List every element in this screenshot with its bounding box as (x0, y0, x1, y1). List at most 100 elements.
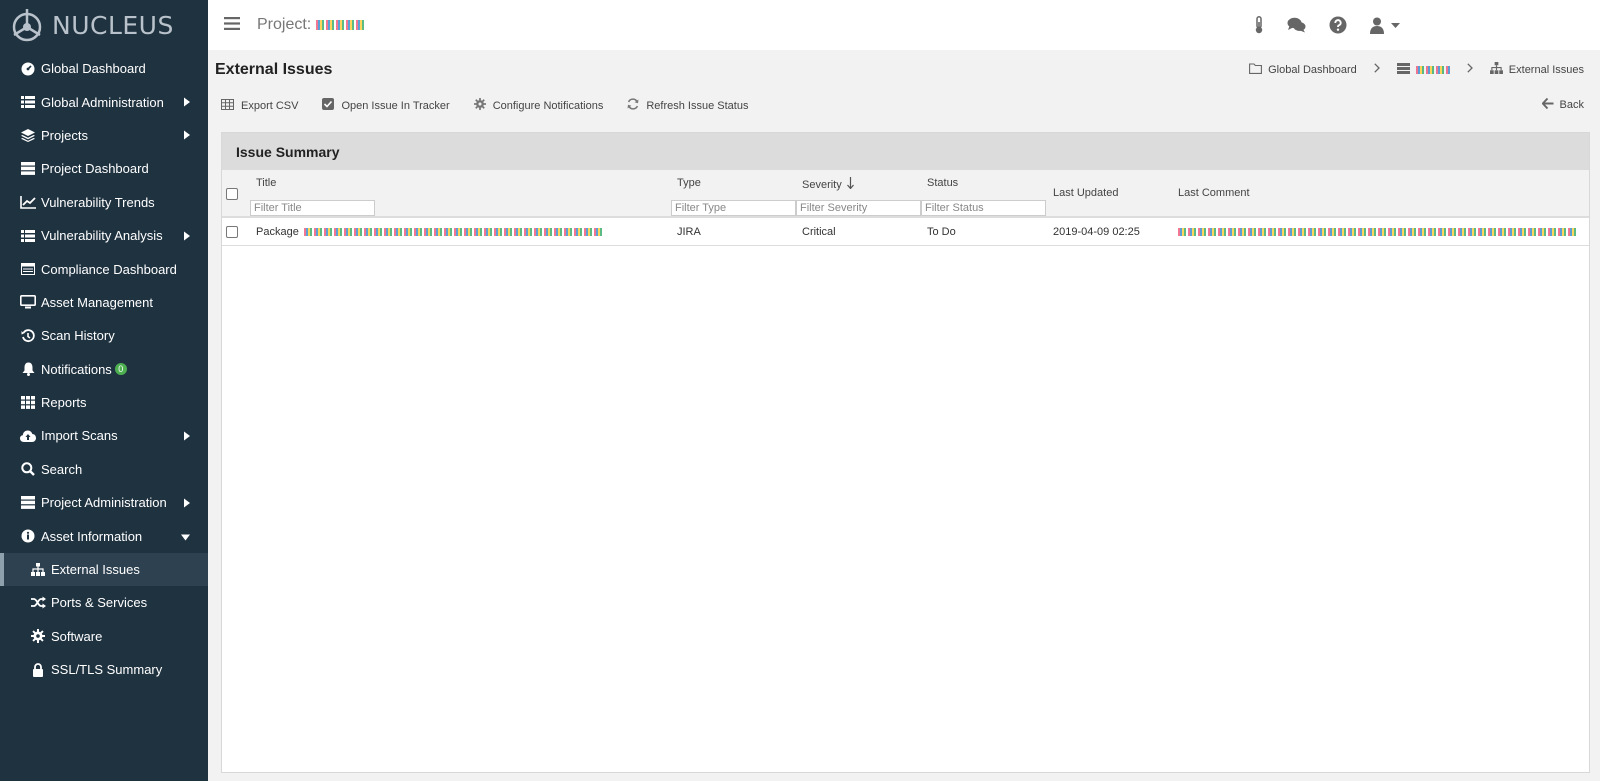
sidebar-item-scan-history[interactable]: Scan History (0, 319, 208, 352)
sidebar-item-label: Scan History (41, 328, 115, 344)
back-button[interactable]: Back (1541, 97, 1584, 112)
back-label: Back (1559, 99, 1584, 111)
table-icon (20, 261, 36, 277)
sidebar-item-label: Project Administration (41, 495, 167, 511)
chevron-right-icon (1467, 63, 1473, 76)
sitemap-icon (1489, 62, 1503, 77)
redacted-project-name (1415, 65, 1450, 74)
cell-severity: Critical (802, 226, 836, 238)
column-header-severity[interactable]: Severity (802, 177, 854, 192)
thermometer-icon[interactable] (1254, 16, 1264, 34)
column-header-type[interactable]: Type (677, 177, 701, 189)
logo[interactable]: NUCLEUS (0, 0, 208, 50)
sidebar-item-compliance-dashboard[interactable]: Compliance Dashboard (0, 252, 208, 285)
sidebar-item-search[interactable]: Search (0, 453, 208, 486)
lock-icon (30, 662, 46, 678)
cell-last-updated: 2019-04-09 02:25 (1053, 226, 1140, 238)
caret-down-icon (181, 529, 190, 544)
sidebar-item-asset-management[interactable]: Asset Management (0, 286, 208, 319)
breadcrumb-current[interactable]: External Issues (1489, 62, 1584, 77)
sort-down-arrow-icon (846, 177, 854, 192)
gear-icon (30, 628, 46, 644)
caret-right-icon (184, 128, 190, 143)
breadcrumb-home[interactable]: Global Dashboard (1249, 62, 1357, 77)
notification-count-badge: 0 (114, 363, 127, 376)
sidebar-item-reports[interactable]: Reports (0, 386, 208, 419)
cell-last-comment (1178, 226, 1576, 238)
server-icon (20, 161, 36, 177)
project-selector[interactable]: Project: (257, 16, 364, 34)
sidebar-item-software[interactable]: Software (0, 620, 208, 653)
sidebar-item-external-issues[interactable]: External Issues (0, 552, 208, 587)
breadcrumb-project[interactable] (1396, 62, 1450, 77)
sidebar-item-label: SSL/TLS Summary (51, 662, 163, 678)
column-header-last-updated[interactable]: Last Updated (1053, 187, 1118, 199)
hamburger-menu-icon[interactable] (224, 17, 240, 33)
sidebar-item-label: Global Dashboard (41, 61, 146, 77)
table-header: Title Type Severity Status Last Updated … (222, 170, 1589, 218)
panel-title: Issue Summary (222, 133, 1589, 170)
filter-title-input[interactable] (250, 200, 375, 216)
filter-severity-input[interactable] (796, 200, 921, 216)
server-icon (20, 495, 36, 511)
sidebar-item-import-scans[interactable]: Import Scans (0, 419, 208, 452)
server-icon (1396, 62, 1410, 77)
gear-icon (473, 98, 486, 113)
breadcrumb: Global Dashboard External Issues (1249, 62, 1584, 77)
table-row[interactable]: Package JIRA Critical To Do 2019-04-09 0… (222, 218, 1589, 246)
table-icon (221, 98, 234, 113)
filter-type-input[interactable] (671, 200, 796, 216)
redacted-comment-text (1178, 228, 1576, 237)
user-menu[interactable] (1370, 17, 1400, 34)
history-icon (20, 328, 36, 344)
nucleus-logo-icon (12, 9, 42, 42)
sidebar-item-project-dashboard[interactable]: Project Dashboard (0, 152, 208, 185)
column-header-title[interactable]: Title (256, 177, 276, 189)
chevron-right-icon (1374, 63, 1380, 76)
row-checkbox[interactable] (226, 226, 238, 238)
sidebar-item-label: Vulnerability Trends (41, 194, 155, 210)
sidebar-item-label: Asset Information (41, 528, 143, 544)
column-header-status[interactable]: Status (927, 177, 958, 189)
refresh-issue-status-button[interactable]: Refresh Issue Status (627, 98, 748, 113)
configure-notifications-button[interactable]: Configure Notifications (473, 98, 604, 113)
list-icon (20, 94, 36, 110)
project-label: Project: (257, 16, 312, 33)
sidebar-item-label: Reports (41, 395, 87, 411)
dashboard-icon (20, 61, 36, 77)
breadcrumb-home-label: Global Dashboard (1268, 63, 1357, 76)
help-icon[interactable] (1329, 16, 1347, 34)
column-header-last-comment[interactable]: Last Comment (1178, 187, 1250, 199)
user-icon (1370, 17, 1384, 34)
sidebar-item-vulnerability-trends[interactable]: Vulnerability Trends (0, 186, 208, 219)
sidebar-item-asset-information[interactable]: Asset Information (0, 519, 208, 552)
sidebar-item-label: Vulnerability Analysis (41, 228, 163, 244)
random-icon (30, 595, 46, 611)
caret-down-icon (1391, 22, 1400, 28)
arrow-left-icon (1541, 97, 1554, 112)
filter-status-input[interactable] (921, 200, 1046, 216)
sidebar-item-notifications[interactable]: Notifications 0 (0, 353, 208, 386)
refresh-icon (627, 98, 639, 113)
search-icon (20, 461, 36, 477)
chat-icon[interactable] (1287, 17, 1306, 33)
logo-text: NUCLEUS (52, 10, 174, 40)
toolbar: Export CSV Open Issue In Tracker Configu… (221, 98, 772, 113)
open-issue-in-tracker-button[interactable]: Open Issue In Tracker (322, 98, 450, 113)
sidebar-item-ports-services[interactable]: Ports & Services (0, 586, 208, 619)
export-csv-button[interactable]: Export CSV (221, 98, 298, 113)
caret-right-icon (184, 95, 190, 110)
sidebar-item-project-administration[interactable]: Project Administration (0, 486, 208, 519)
layers-icon (20, 127, 36, 143)
issue-summary-panel: Issue Summary Title Type Severity Status… (221, 132, 1590, 773)
list-icon (20, 228, 36, 244)
configure-notifications-label: Configure Notifications (492, 99, 604, 112)
sidebar-item-global-administration[interactable]: Global Administration (0, 85, 208, 118)
sidebar-item-projects[interactable]: Projects (0, 119, 208, 152)
folder-icon (1249, 62, 1263, 77)
sidebar-item-global-dashboard[interactable]: Global Dashboard (0, 52, 208, 85)
select-all-checkbox[interactable] (226, 188, 238, 200)
breadcrumb-current-label: External Issues (1508, 63, 1584, 76)
sidebar-item-vulnerability-analysis[interactable]: Vulnerability Analysis (0, 219, 208, 252)
sidebar-item-ssl-tls-summary[interactable]: SSL/TLS Summary (0, 653, 208, 686)
